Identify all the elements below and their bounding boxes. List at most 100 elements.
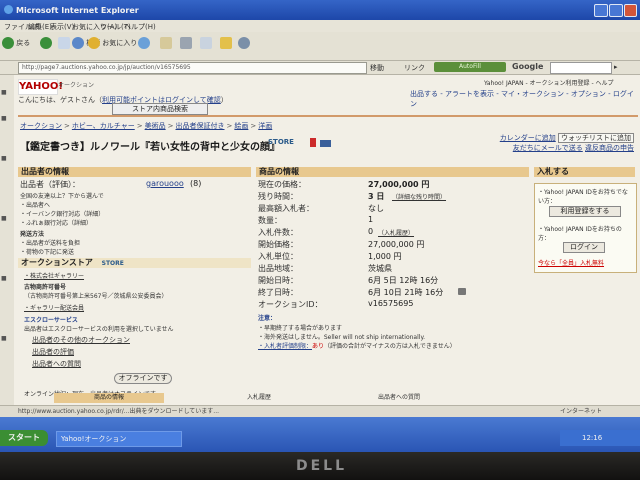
messenger-icon bbox=[238, 37, 250, 49]
bid-count-value: 0 bbox=[368, 227, 374, 236]
start-price-value: 27,000,000 円 bbox=[368, 240, 425, 249]
seller-note[interactable]: ・ふれぁ銀行対応（詳細） bbox=[20, 218, 92, 227]
tab-seller-questions[interactable]: 出品者への質問 bbox=[344, 393, 454, 403]
seller-note: ・出品者へ bbox=[20, 202, 51, 209]
note-item: ・早期終了する場合があります bbox=[258, 325, 343, 332]
seller-questions-link[interactable]: 出品者への質問 bbox=[32, 359, 81, 369]
print-icon bbox=[180, 37, 192, 49]
bid-header: 入札する bbox=[534, 167, 635, 177]
greeting-prefix: こんにちは、ゲストさん（ bbox=[18, 96, 102, 104]
messenger-button[interactable] bbox=[238, 37, 250, 53]
breadcrumb-item[interactable]: 出品者保証付き bbox=[176, 122, 225, 130]
menu-view[interactable]: 表示(V) bbox=[50, 22, 74, 32]
login-button[interactable]: ログイン bbox=[563, 242, 605, 253]
item-title: 【鑑定書つき】ルノワール『若い女性の背中と少女の顔』 bbox=[20, 142, 280, 153]
greeting-suffix: ） bbox=[220, 96, 228, 104]
seller-rating[interactable]: (8) bbox=[190, 179, 201, 188]
breadcrumb-item[interactable]: ホビー、カルチャー bbox=[72, 122, 135, 130]
address-input[interactable]: http://page7.auctions.yahoo.co.jp/jp/auc… bbox=[18, 62, 367, 74]
edit-button[interactable] bbox=[200, 37, 212, 53]
shipping-item: ・出品者が送料を負担 bbox=[20, 240, 81, 247]
favorites-label: お気に入り bbox=[102, 39, 138, 47]
promo-link[interactable]: 今なら「全員」入札無料 bbox=[538, 258, 604, 267]
bidder-restriction-value: あり bbox=[312, 343, 325, 350]
seller-label: 出品者（評価）： bbox=[20, 180, 80, 189]
header-divider bbox=[18, 115, 638, 117]
minimize-button[interactable] bbox=[594, 4, 608, 17]
other-auctions-link[interactable]: 出品者のその他のオークション bbox=[32, 335, 130, 345]
search-icon bbox=[72, 37, 84, 49]
go-button[interactable]: 移動 bbox=[370, 63, 384, 73]
links-label[interactable]: リンク bbox=[404, 63, 425, 73]
top-bidder-label: 最高額入札者： bbox=[258, 204, 314, 213]
report-link[interactable]: 違反商品の申告 bbox=[585, 144, 634, 152]
history-button[interactable] bbox=[138, 37, 150, 53]
window-title: Microsoft Internet Explorer bbox=[16, 6, 139, 15]
register-button[interactable]: 利用登録をする bbox=[549, 206, 621, 217]
top-bidder-value: なし bbox=[368, 204, 384, 213]
calendar-link[interactable]: カレンダーに追加 bbox=[500, 134, 556, 142]
mail-button[interactable] bbox=[160, 37, 172, 53]
start-button[interactable]: スタート bbox=[0, 430, 48, 446]
seller-header: 出品者の情報 bbox=[18, 167, 251, 177]
start-price-label: 開始価格： bbox=[258, 240, 298, 249]
breadcrumb-item[interactable]: 洋画 bbox=[258, 122, 272, 130]
escrow-text: 出品者はエスクローサービスの利用を選択していません bbox=[24, 326, 174, 333]
favorites-button[interactable]: お気に入り bbox=[88, 37, 137, 53]
taskbar-item[interactable]: Yahoo!オークション bbox=[56, 431, 182, 447]
ie-icon bbox=[4, 5, 13, 14]
email-friend-link[interactable]: 友だちにメールで送る bbox=[513, 144, 583, 152]
gallery-link[interactable]: ・ギャラリー配送会員 bbox=[24, 303, 84, 312]
shipping-item: ・荷物の下記に発送 bbox=[20, 249, 75, 256]
yahoo-logo[interactable]: YAHOO! bbox=[18, 79, 63, 95]
web-page: YAHOO! オークション こんにちは、ゲストさん（利用可能ポイントはログインし… bbox=[14, 75, 640, 405]
time-left-label: 残り時間： bbox=[258, 192, 298, 201]
menu-help[interactable]: ヘルプ(H) bbox=[124, 22, 156, 32]
back-arrow-icon bbox=[2, 37, 14, 49]
offline-badge: オフラインです bbox=[114, 373, 172, 384]
seller-reviews-link[interactable]: 出品者の評価 bbox=[32, 347, 74, 357]
back-button[interactable]: 戻る bbox=[2, 37, 30, 53]
watchlist-button[interactable]: ウォッチリストに追加 bbox=[558, 133, 634, 143]
tab-product-info[interactable]: 商品の情報 bbox=[54, 393, 164, 403]
back-label: 戻る bbox=[16, 39, 31, 47]
stop-button[interactable] bbox=[58, 37, 70, 53]
breadcrumb-item[interactable]: 絵画 bbox=[234, 122, 248, 130]
print-button[interactable] bbox=[180, 37, 192, 53]
item-actions: カレンダーに追加 ウォッチリストに追加 友だちにメールで送る 違反商品の申告 bbox=[480, 133, 634, 153]
screen: Microsoft Internet Explorer ファイル(F) 編集(E… bbox=[0, 0, 640, 452]
bidder-restriction-tail: （評価の合計がマイナスの方は入札できません） bbox=[324, 343, 456, 350]
google-logo: Google bbox=[512, 62, 544, 71]
seller-id-link[interactable]: garouooo bbox=[146, 179, 184, 188]
store-search-button[interactable]: ストア内商品検索 bbox=[112, 103, 208, 115]
license-header: 古物商許可番号 bbox=[24, 284, 67, 291]
maximize-button[interactable] bbox=[609, 4, 623, 17]
close-button[interactable] bbox=[624, 4, 637, 17]
logo-subtitle: オークション bbox=[58, 82, 95, 89]
escrow-header: エスクローサービス bbox=[24, 317, 78, 324]
left-strip-item: ■ bbox=[1, 335, 7, 342]
tab-bid-history[interactable]: 入札履歴 bbox=[204, 393, 314, 403]
quantity-label: 数量： bbox=[258, 216, 282, 225]
google-go-button[interactable]: ▸ bbox=[614, 63, 618, 71]
autofill-button[interactable]: AutoFill bbox=[434, 62, 506, 72]
company-link[interactable]: ・株式会社ギャラリー bbox=[24, 271, 84, 280]
taskbar: スタート Yahoo!オークション 12:16 bbox=[0, 417, 640, 452]
store-header: オークションストア STORE bbox=[18, 258, 251, 268]
seller-note[interactable]: ・イーバンク銀行対応（詳細） bbox=[20, 209, 104, 218]
region-label: 出品地域： bbox=[258, 264, 298, 273]
bidder-restriction-link[interactable]: ・入札者評価制限： bbox=[258, 343, 312, 350]
google-search-input[interactable] bbox=[550, 62, 612, 74]
folder-button[interactable] bbox=[220, 37, 232, 53]
quantity-value: 1 bbox=[368, 215, 374, 224]
menu-edit[interactable]: 編集(E) bbox=[28, 22, 52, 32]
top-right-links[interactable]: Yahoo! JAPAN - オークション利用登録 - ヘルプ bbox=[484, 78, 614, 87]
breadcrumb-item[interactable]: オークション bbox=[20, 122, 62, 130]
forward-button[interactable] bbox=[40, 37, 52, 53]
nav-links[interactable]: 出品する - アラートを表示 - マイ・オークション - オプション - ログイ… bbox=[410, 89, 640, 109]
breadcrumb-item[interactable]: 美術品 bbox=[145, 122, 166, 130]
seller-panel: 出品者の情報 出品者（評価）： garouooo (8) 全国の友達以上？下から… bbox=[18, 167, 254, 399]
dell-logo: DELL bbox=[296, 458, 348, 474]
bid-history-link[interactable]: （入札履歴） bbox=[378, 228, 414, 237]
time-left-detail-link[interactable]: （詳細な残り時間） bbox=[392, 192, 446, 201]
